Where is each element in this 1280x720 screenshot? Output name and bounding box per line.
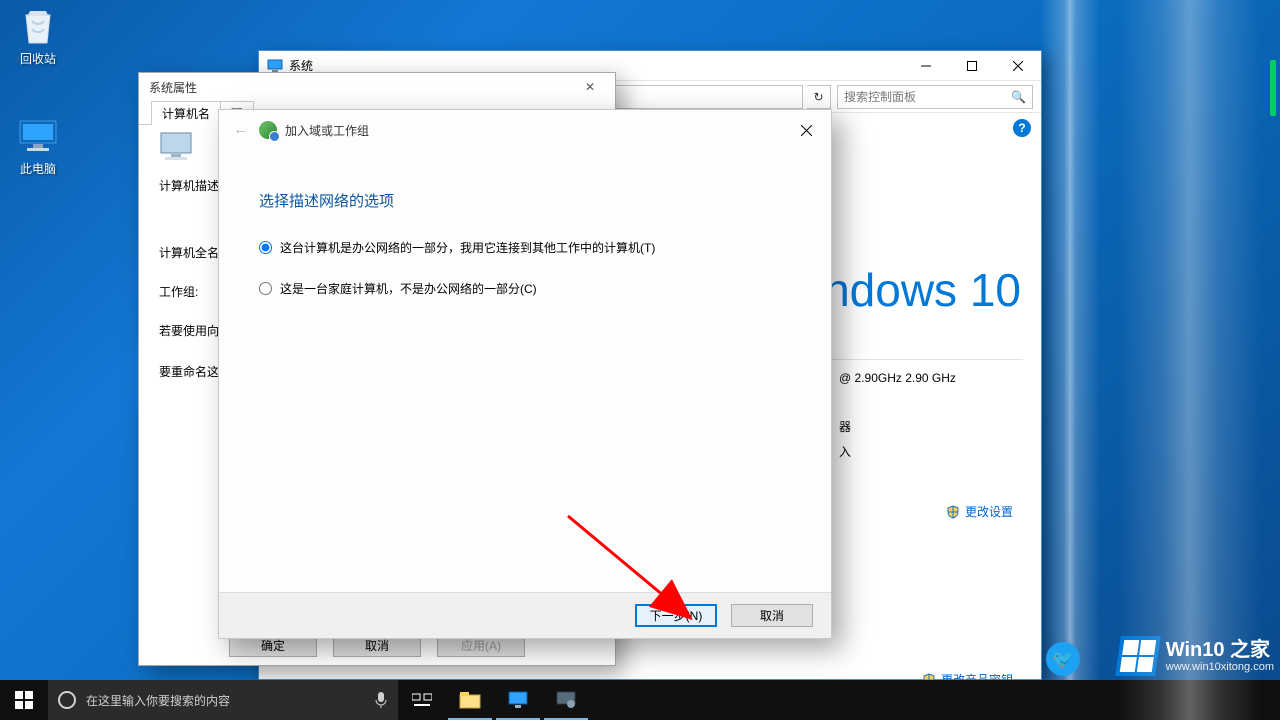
radio-label: 这是一台家庭计算机，不是办公网络的一部分(C) — [280, 280, 537, 297]
cpu-info: @ 2.90GHz 2.90 GHz — [839, 371, 956, 385]
watermark-url: www.win10xitong.com — [1166, 661, 1274, 673]
maximize-button[interactable] — [949, 51, 995, 80]
computer-icon — [159, 131, 199, 165]
tray-indicator — [1270, 60, 1276, 116]
link-label: 更改设置 — [965, 503, 1013, 520]
monitor-icon — [508, 691, 528, 709]
taskbar-app-explorer[interactable] — [446, 680, 494, 720]
close-icon[interactable]: ✕ — [575, 80, 605, 94]
wizard-title: 加入域或工作组 — [285, 122, 369, 139]
shield-icon — [946, 505, 960, 519]
radio-input[interactable] — [259, 282, 272, 295]
desktop-icon-label: 此电脑 — [0, 160, 76, 177]
windows-logo-icon — [15, 691, 33, 709]
windows-tiles-icon — [1115, 636, 1161, 676]
sysprops-titlebar[interactable]: 系统属性 ✕ — [139, 73, 615, 101]
cortana-icon — [58, 691, 76, 709]
wizard-heading: 选择描述网络的选项 — [259, 190, 791, 211]
tab-computer-name[interactable]: 计算机名 — [151, 101, 221, 125]
windows10-logo-text: indows 10 — [814, 263, 1021, 317]
taskbar-app-control-panel[interactable] — [494, 680, 542, 720]
radio-office-network[interactable]: 这台计算机是办公网络的一部分，我用它连接到其他工作中的计算机(T) — [259, 239, 791, 256]
search-control-panel[interactable]: 搜索控制面板 🔍 — [837, 85, 1033, 109]
microphone-icon — [374, 691, 388, 709]
desktop-icon-this-pc[interactable]: 此电脑 — [0, 116, 76, 177]
start-button[interactable] — [0, 680, 48, 720]
taskbar: 在这里输入你要搜索的内容 — [0, 680, 1280, 720]
task-view-button[interactable] — [398, 680, 446, 720]
taskbar-search[interactable]: 在这里输入你要搜索的内容 — [48, 680, 398, 720]
watermark-title: Win10 之家 — [1166, 639, 1274, 661]
desktop-icon-label: 回收站 — [0, 50, 76, 67]
close-button[interactable] — [995, 51, 1041, 80]
network-globe-icon — [259, 121, 277, 139]
watermark: Win10 之家 www.win10xitong.com — [1118, 636, 1274, 676]
task-view-icon — [412, 692, 432, 708]
cancel-button[interactable]: 取消 — [731, 604, 813, 627]
close-button[interactable] — [791, 118, 821, 142]
refresh-button[interactable]: ↻ — [807, 85, 831, 109]
radio-input[interactable] — [259, 241, 272, 254]
wizard-header: ← 加入域或工作组 — [219, 110, 831, 150]
file-explorer-icon — [459, 691, 481, 709]
join-domain-wizard: ← 加入域或工作组 选择描述网络的选项 这台计算机是办公网络的一部分，我用它连接… — [218, 109, 832, 639]
sys-text-fragment: 入 — [839, 443, 851, 460]
desktop-icon-recycle-bin[interactable]: 回收站 — [0, 6, 76, 67]
search-icon: 🔍 — [1011, 90, 1026, 104]
radio-label: 这台计算机是办公网络的一部分，我用它连接到其他工作中的计算机(T) — [280, 239, 655, 256]
next-button[interactable]: 下一步(N) — [635, 604, 717, 627]
search-placeholder: 在这里输入你要搜索的内容 — [86, 692, 230, 709]
wizard-footer: 下一步(N) 取消 — [219, 592, 831, 638]
change-settings-link[interactable]: 更改设置 — [946, 503, 1013, 520]
taskbar-app-system-properties[interactable] — [542, 680, 590, 720]
search-placeholder: 搜索控制面板 — [844, 88, 916, 105]
sys-text-fragment: 器 — [839, 418, 851, 435]
help-icon[interactable]: ? — [1013, 119, 1031, 137]
twitter-badge-icon: 🐦 — [1043, 639, 1082, 678]
sysprops-title: 系统属性 — [149, 79, 197, 96]
radio-home-computer[interactable]: 这是一台家庭计算机，不是办公网络的一部分(C) — [259, 280, 791, 297]
back-button[interactable]: ← — [229, 118, 253, 142]
minimize-button[interactable] — [903, 51, 949, 80]
monitor-gear-icon — [556, 691, 576, 709]
this-pc-icon — [0, 116, 76, 158]
recycle-bin-icon — [0, 6, 76, 48]
